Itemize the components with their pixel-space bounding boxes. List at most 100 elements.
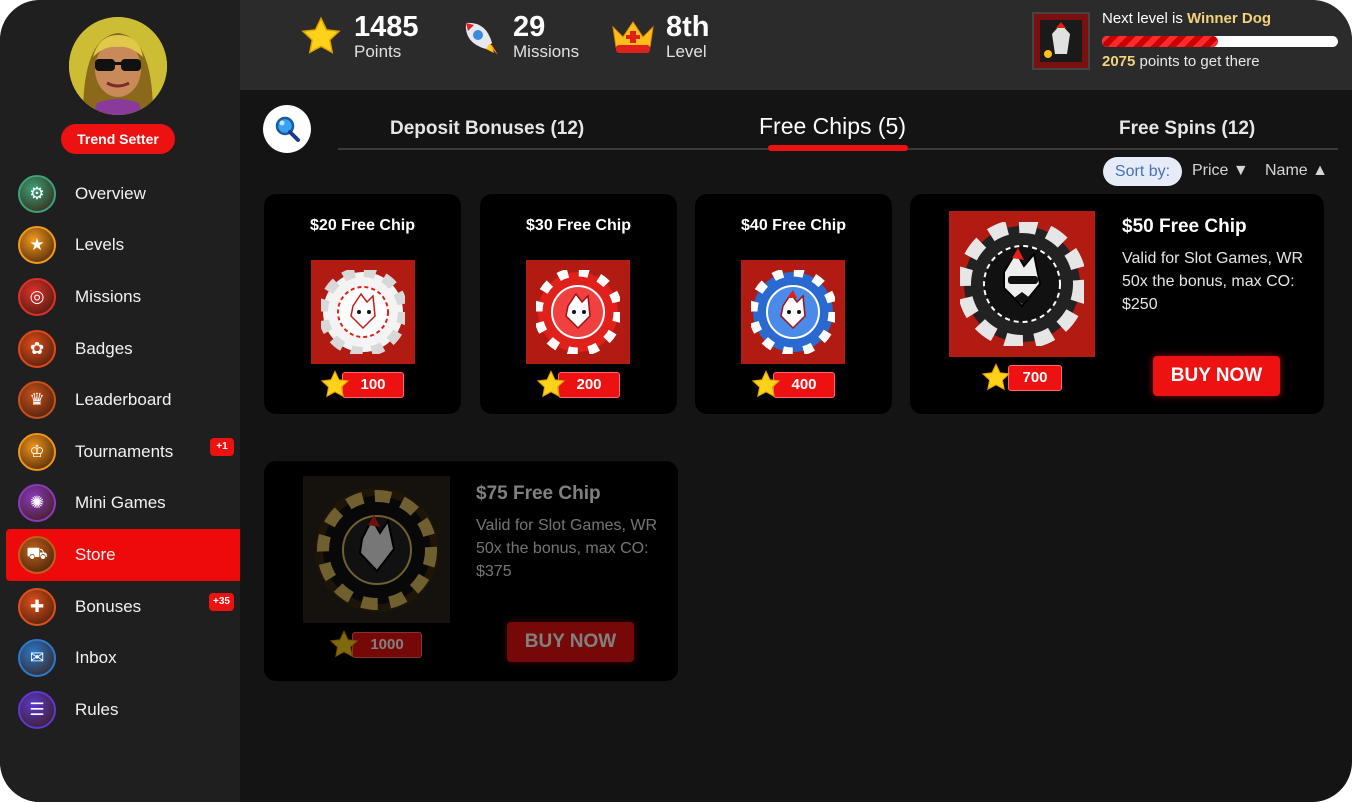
active-tab-indicator bbox=[768, 145, 908, 151]
sidebar-item-label: Mini Games bbox=[75, 493, 166, 513]
chip-image bbox=[949, 211, 1095, 357]
sidebar-item-levels[interactable]: ★ Levels bbox=[0, 220, 240, 272]
wheel-icon: ✺ bbox=[18, 484, 56, 523]
price-tag: 1000 bbox=[352, 632, 422, 658]
overview-icon: ⚙ bbox=[18, 174, 56, 213]
sidebar-item-inbox[interactable]: ✉ Inbox bbox=[0, 632, 240, 684]
gift-icon: ✚ bbox=[18, 587, 56, 626]
paw-icon: ✿ bbox=[18, 329, 56, 368]
sidebar-item-label: Inbox bbox=[75, 648, 117, 668]
level-progress-bar bbox=[1102, 36, 1338, 47]
rules-icon: ☰ bbox=[18, 690, 56, 729]
sidebar-item-missions[interactable]: ◎ Missions bbox=[0, 271, 240, 323]
product-card[interactable]: $40 Free Chip 400 bbox=[695, 194, 892, 414]
star-icon bbox=[751, 370, 781, 398]
sort-by-label: Sort by: bbox=[1103, 157, 1182, 186]
notification-badge: +35 bbox=[209, 592, 234, 611]
points-to-next: 2075 points to get there bbox=[1102, 53, 1260, 70]
product-title: $40 Free Chip bbox=[741, 217, 846, 234]
sidebar-item-label: Missions bbox=[75, 286, 142, 306]
sidebar-item-label: Leaderboard bbox=[75, 390, 172, 410]
sidebar-item-label: Overview bbox=[75, 183, 146, 203]
star-icon bbox=[536, 370, 566, 398]
notification-badge: +1 bbox=[210, 437, 234, 456]
white-chip-icon bbox=[321, 270, 405, 354]
missions-stat: 29 Missions bbox=[457, 12, 579, 62]
missions-value: 29 bbox=[513, 11, 546, 43]
sidebar-item-leaderboard[interactable]: ♛ Leaderboard bbox=[0, 374, 240, 426]
sidebar-item-store[interactable]: ⛟ Store bbox=[6, 529, 240, 581]
next-level-thumbnail bbox=[1032, 12, 1090, 70]
sidebar-item-label: Store bbox=[75, 544, 116, 564]
sidebar-nav: ⚙ Overview ★ Levels ◎ Missions ✿ Badges ♛ Leaderb… bbox=[0, 168, 240, 736]
star-icon bbox=[981, 363, 1011, 391]
product-card[interactable]: $30 Free Chip 200 bbox=[480, 194, 677, 414]
product-card[interactable]: 1000 $75 Free Chip Valid for Slot Games,… bbox=[264, 461, 678, 681]
inbox-icon: ✉ bbox=[18, 639, 56, 678]
sidebar: Trend Setter ⚙ Overview ★ Levels ◎ Missions ✿ B… bbox=[0, 0, 240, 802]
rank-badge: Trend Setter bbox=[61, 124, 175, 154]
product-description: Valid for Slot Games, WR 50x the bonus, … bbox=[1122, 250, 1304, 313]
chip-image bbox=[526, 260, 630, 364]
sort-price-button[interactable]: Price ▼ bbox=[1192, 162, 1249, 180]
product-card[interactable]: $20 Free Chip 100 bbox=[264, 194, 461, 414]
avatar[interactable] bbox=[69, 17, 167, 115]
red-chip-icon bbox=[536, 270, 620, 354]
product-title: $75 Free Chip bbox=[476, 483, 601, 504]
store-tabs: Deposit Bonuses (12) Free Chips (5) Free… bbox=[338, 108, 1338, 151]
product-card[interactable]: 700 $50 Free Chip Valid for Slot Games, … bbox=[910, 194, 1324, 414]
product-title: $50 Free Chip bbox=[1122, 216, 1247, 237]
price-tag: 100 bbox=[342, 372, 404, 398]
tab-free-spins[interactable]: Free Spins (12) bbox=[1119, 118, 1255, 140]
buy-now-button[interactable]: BUY NOW bbox=[1153, 356, 1280, 396]
points-needed: 2075 bbox=[1102, 53, 1136, 70]
crown-icon bbox=[610, 14, 656, 60]
buy-now-button[interactable]: BUY NOW bbox=[507, 622, 634, 662]
tab-free-chips[interactable]: Free Chips (5) bbox=[759, 113, 906, 140]
sidebar-item-label: Tournaments bbox=[75, 441, 174, 461]
black-chip-icon bbox=[960, 222, 1084, 346]
search-icon bbox=[275, 116, 300, 142]
sidebar-item-label: Rules bbox=[75, 699, 119, 719]
app-frame: Trend Setter ⚙ Overview ★ Levels ◎ Missions ✿ B… bbox=[0, 0, 1352, 802]
sidebar-item-rules[interactable]: ☰ Rules bbox=[0, 684, 240, 736]
missions-label: Missions bbox=[513, 42, 580, 61]
sidebar-item-bonuses[interactable]: ✚ Bonuses +35 bbox=[0, 581, 240, 633]
sidebar-item-badges[interactable]: ✿ Badges bbox=[0, 323, 240, 375]
sidebar-item-mini-games[interactable]: ✺ Mini Games bbox=[0, 478, 240, 530]
product-title: $20 Free Chip bbox=[310, 217, 415, 234]
price-tag: 700 bbox=[1008, 365, 1062, 391]
sort-name-button[interactable]: Name ▲ bbox=[1265, 162, 1328, 180]
star-icon bbox=[298, 14, 344, 60]
stats-bar: 1485 Points 29 Missions 8th Level Next l… bbox=[240, 0, 1352, 90]
sidebar-item-label: Levels bbox=[75, 235, 125, 255]
rocket-icon bbox=[457, 14, 503, 60]
blue-chip-icon bbox=[751, 270, 835, 354]
points-stat: 1485 Points bbox=[298, 12, 419, 62]
star-icon bbox=[329, 630, 359, 658]
crown-icon: ♔ bbox=[18, 432, 56, 471]
sidebar-item-tournaments[interactable]: ♔ Tournaments +1 bbox=[0, 426, 240, 478]
product-description: Valid for Slot Games, WR 50x the bonus, … bbox=[476, 517, 658, 580]
level-label: Level bbox=[666, 42, 707, 61]
points-label: Points bbox=[354, 42, 402, 61]
level-stat: 8th Level bbox=[610, 12, 710, 62]
chip-image bbox=[311, 260, 415, 364]
points-value: 1485 bbox=[354, 11, 419, 43]
chip-image bbox=[741, 260, 845, 364]
sidebar-item-overview[interactable]: ⚙ Overview bbox=[0, 168, 240, 220]
tab-deposit-bonuses[interactable]: Deposit Bonuses (12) bbox=[390, 118, 584, 140]
trophy-icon: ♛ bbox=[18, 381, 56, 420]
gold-chip-icon bbox=[314, 487, 439, 612]
level-progress-fill bbox=[1102, 36, 1218, 47]
search-button[interactable] bbox=[263, 105, 311, 153]
next-level-name: Winner Dog bbox=[1187, 10, 1272, 27]
price-tag: 200 bbox=[558, 372, 620, 398]
star-icon: ★ bbox=[18, 226, 56, 265]
cart-icon: ⛟ bbox=[18, 535, 56, 574]
star-icon bbox=[320, 370, 350, 398]
level-value: 8th bbox=[666, 11, 710, 43]
sidebar-item-label: Badges bbox=[75, 338, 133, 358]
chip-image bbox=[303, 476, 450, 623]
target-icon: ◎ bbox=[18, 277, 56, 316]
